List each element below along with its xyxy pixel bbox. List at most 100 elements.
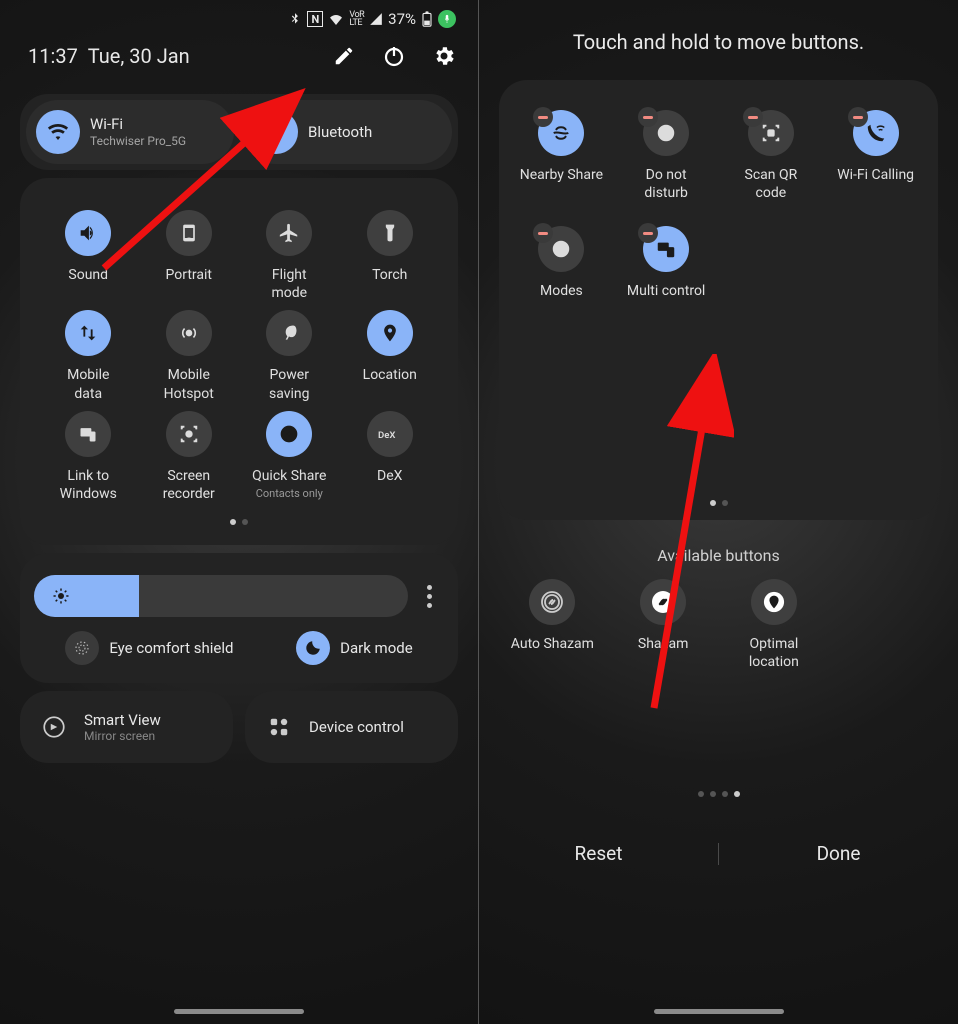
tile-label: Modes	[540, 282, 583, 318]
tile-icon	[166, 411, 212, 457]
tile-icon	[166, 310, 212, 356]
brightness-slider[interactable]	[34, 575, 408, 617]
settings-button[interactable]	[432, 44, 456, 68]
remove-badge-icon[interactable]	[743, 107, 763, 127]
tile-label: Sound	[68, 266, 108, 302]
avail-page-indicator	[479, 791, 958, 797]
device-control-button[interactable]: Device control	[245, 691, 458, 763]
available-tile[interactable]: Optimallocation	[721, 579, 828, 671]
connectivity-card: Wi-FiTechwiser Pro_5G Bluetooth	[20, 94, 458, 170]
nfc-status-icon: N	[307, 11, 323, 27]
wifi-status-icon	[328, 13, 344, 25]
tile-icon: DeX	[367, 411, 413, 457]
svg-text:DeX: DeX	[378, 430, 396, 441]
mic-indicator-icon	[438, 10, 456, 28]
tile-label: Powersaving	[269, 366, 310, 402]
tile-label: Screenrecorder	[163, 467, 215, 503]
edit-button[interactable]	[332, 44, 356, 68]
tile-icon	[751, 579, 797, 625]
smart-view-button[interactable]: Smart ViewMirror screen	[20, 691, 233, 763]
tile-icon	[529, 579, 575, 625]
quick-settings-panel: N VoRLTE 37% 11:37 Tue, 30 Jan	[0, 0, 479, 1024]
qs-tile[interactable]: MobileHotspot	[141, 310, 238, 402]
available-tile[interactable]: Shazam	[610, 579, 717, 671]
tile-icon	[266, 411, 312, 457]
tile-label: MobileHotspot	[164, 366, 214, 402]
status-bar: N VoRLTE 37%	[0, 0, 478, 32]
wifi-toggle[interactable]: Wi-FiTechwiser Pro_5G	[26, 100, 234, 164]
qs-header: 11:37 Tue, 30 Jan	[0, 32, 478, 86]
tile-icon	[367, 310, 413, 356]
tile-label: Portrait	[166, 266, 212, 302]
tile-label: Flightmode	[271, 266, 307, 302]
device-control-icon	[261, 709, 297, 745]
qs-tile[interactable]: Mobiledata	[40, 310, 137, 402]
brightness-menu-button[interactable]	[414, 585, 444, 608]
tile-label: Do notdisturb	[644, 166, 687, 202]
edit-tile[interactable]: Nearby Share	[511, 110, 612, 202]
qs-tile[interactable]: Powersaving	[241, 310, 338, 402]
tile-icon	[266, 310, 312, 356]
bluetooth-toggle[interactable]: Bluetooth	[244, 100, 452, 164]
edit-tile[interactable]: Scan QRcode	[721, 110, 822, 202]
volte-status-icon: VoRLTE	[349, 11, 364, 27]
power-button[interactable]	[382, 44, 406, 68]
tile-label: Torch	[372, 266, 407, 302]
done-button[interactable]: Done	[719, 828, 958, 879]
moon-icon	[296, 631, 330, 665]
qs-tile[interactable]: Sound	[40, 210, 137, 302]
edit-quick-settings-panel: Touch and hold to move buttons. Nearby S…	[479, 0, 958, 1024]
tile-label: Scan QRcode	[745, 166, 798, 202]
wifi-icon	[36, 110, 80, 154]
edit-tile[interactable]: Multi control	[616, 226, 717, 318]
qs-tile[interactable]: Torch	[342, 210, 439, 302]
signal-status-icon	[369, 13, 383, 25]
tile-icon	[166, 210, 212, 256]
reset-button[interactable]: Reset	[479, 828, 718, 879]
nav-handle[interactable]	[654, 1009, 784, 1014]
remove-badge-icon[interactable]	[848, 107, 868, 127]
bluetooth-status-icon	[288, 12, 302, 26]
edit-tile[interactable]: Do notdisturb	[616, 110, 717, 202]
dark-mode-toggle[interactable]: Dark mode	[296, 631, 413, 665]
tile-icon	[65, 411, 111, 457]
brightness-card: Eye comfort shield Dark mode	[20, 553, 458, 683]
tile-label: Auto Shazam	[511, 635, 594, 653]
qs-tile[interactable]: Location	[342, 310, 439, 402]
eye-comfort-toggle[interactable]: Eye comfort shield	[65, 631, 233, 665]
tile-label: Shazam	[638, 635, 688, 653]
tile-icon	[367, 210, 413, 256]
battery-icon	[421, 11, 433, 27]
qs-tile[interactable]: Screenrecorder	[141, 411, 238, 503]
qs-tile[interactable]: Link toWindows	[40, 411, 137, 503]
tile-label: Nearby Share	[520, 166, 603, 202]
edit-title: Touch and hold to move buttons.	[479, 0, 958, 74]
time-date: 11:37 Tue, 30 Jan	[28, 44, 190, 68]
available-label: Available buttons	[479, 526, 958, 579]
nav-handle[interactable]	[174, 1009, 304, 1014]
available-tile[interactable]: Auto Shazam	[499, 579, 606, 671]
tile-label: Location	[363, 366, 417, 402]
tile-icon	[266, 210, 312, 256]
tile-label: Quick ShareContacts only	[252, 467, 326, 503]
tile-label: Multi control	[627, 282, 705, 318]
tile-label: Optimallocation	[749, 635, 799, 671]
qs-tile[interactable]: Quick ShareContacts only	[241, 411, 338, 503]
edit-tile[interactable]: Modes	[511, 226, 612, 318]
tile-label: DeX	[377, 467, 402, 503]
tiles-card: Sound Portrait Flightmode Torch Mobiledata Mo…	[20, 178, 458, 545]
remove-badge-icon[interactable]	[638, 107, 658, 127]
edit-tiles-card: Nearby Share Do notdisturb Scan QRcode Wi-F…	[499, 80, 938, 520]
edit-tile[interactable]: Wi-Fi Calling	[825, 110, 926, 202]
tile-label: Mobiledata	[67, 366, 109, 402]
footer-buttons: Reset Done	[479, 827, 958, 879]
tile-label: Wi-Fi Calling	[837, 166, 914, 202]
qs-tile[interactable]: DeX DeX	[342, 411, 439, 503]
tile-label: Link toWindows	[60, 467, 117, 503]
qs-tile[interactable]: Flightmode	[241, 210, 338, 302]
edit-page-indicator	[710, 500, 728, 506]
tile-icon	[640, 579, 686, 625]
tile-icon	[65, 310, 111, 356]
tile-icon	[65, 210, 111, 256]
qs-tile[interactable]: Portrait	[141, 210, 238, 302]
